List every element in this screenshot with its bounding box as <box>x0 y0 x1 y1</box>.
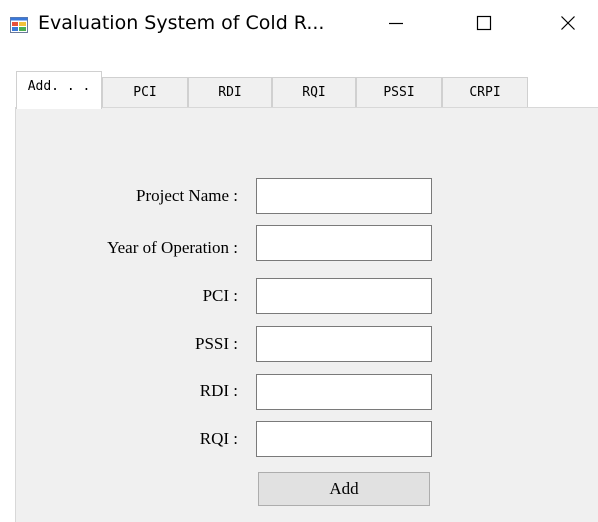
pssi-label: PSSI : <box>195 334 238 353</box>
rdi-input[interactable] <box>256 374 432 410</box>
tab-label: PCI <box>133 85 157 100</box>
rqi-label: RQI : <box>199 429 238 448</box>
tab-pci[interactable]: PCI <box>102 77 188 107</box>
tab-label: PSSI <box>383 85 415 100</box>
tab-label: RQI <box>302 85 326 100</box>
app-window: Evaluation System of Cold R... Add. . . … <box>0 0 598 522</box>
tab-crpi[interactable]: CRPI <box>442 77 528 107</box>
minimize-button[interactable] <box>368 0 424 50</box>
maximize-icon <box>476 15 492 36</box>
tab-label: CRPI <box>469 85 501 100</box>
pci-label: PCI : <box>202 286 238 305</box>
add-button[interactable]: Add <box>258 472 430 506</box>
tab-add[interactable]: Add. . . <box>16 71 102 109</box>
rdi-label: RDI : <box>199 381 238 400</box>
minimize-icon <box>388 15 404 36</box>
year-of-operation-label: Year of Operation : <box>107 238 238 257</box>
tab-rqi[interactable]: RQI <box>272 77 356 107</box>
tab-label: Add. . . <box>27 79 91 94</box>
window-app-icon <box>10 17 28 33</box>
rqi-input[interactable] <box>256 421 432 457</box>
project-name-input[interactable] <box>256 178 432 214</box>
pci-input[interactable] <box>256 278 432 314</box>
tab-label: RDI <box>218 85 242 100</box>
tab-strip: Add. . . PCI RDI RQI PSSI CRPI <box>0 50 598 110</box>
tab-panel-add: Project Name : Year of Operation : PCI :… <box>15 107 598 522</box>
tab-pssi[interactable]: PSSI <box>356 77 442 107</box>
title-bar[interactable]: Evaluation System of Cold R... <box>0 0 598 50</box>
window-title: Evaluation System of Cold R... <box>38 12 325 34</box>
project-name-label: Project Name : <box>136 186 238 205</box>
maximize-button[interactable] <box>456 0 512 50</box>
year-of-operation-input[interactable] <box>256 225 432 261</box>
close-button[interactable] <box>540 0 596 50</box>
close-icon <box>560 15 576 36</box>
pssi-input[interactable] <box>256 326 432 362</box>
tab-rdi[interactable]: RDI <box>188 77 272 107</box>
